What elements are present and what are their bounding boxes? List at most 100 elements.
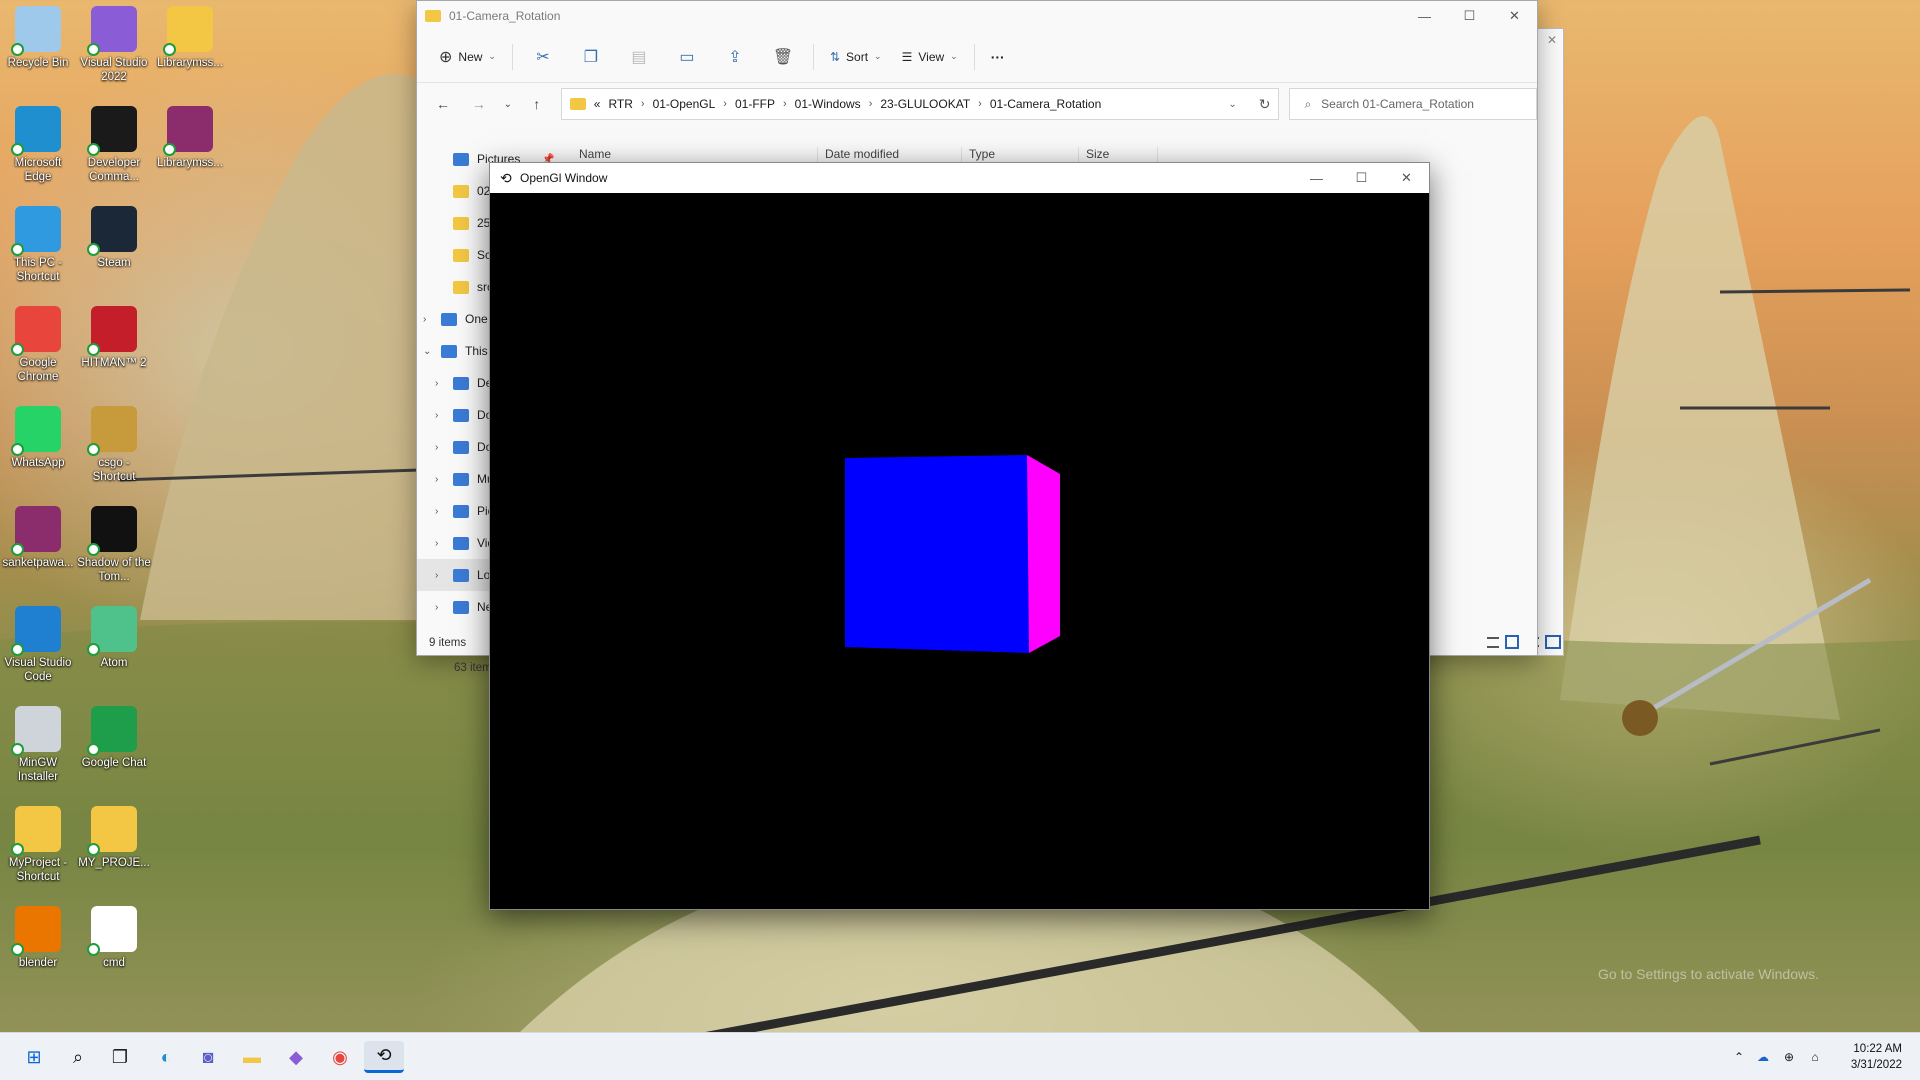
sync-check-icon: [11, 143, 24, 156]
chevron-right-icon[interactable]: ›: [435, 570, 438, 581]
view-button[interactable]: ☰ View ⌄: [892, 41, 968, 73]
search-icon[interactable]: ⌕: [58, 1041, 98, 1073]
delete-icon[interactable]: 🗑: [759, 41, 807, 73]
chevron-right-icon[interactable]: ›: [435, 410, 438, 421]
clock[interactable]: 10:22 AM 3/31/2022: [1828, 1041, 1920, 1073]
chevron-right-icon[interactable]: ›: [869, 98, 873, 110]
desktop-icon[interactable]: Librarymss...: [152, 6, 228, 70]
desktop-icon[interactable]: Visual Studio Code: [0, 606, 76, 684]
desktop-icon[interactable]: Shadow of the Tom...: [76, 506, 152, 584]
teams-chat-icon[interactable]: ◙: [188, 1041, 228, 1073]
desktop-icon[interactable]: csgo - Shortcut: [76, 406, 152, 484]
breadcrumb-item[interactable]: 01-Camera_Rotation: [990, 97, 1101, 111]
desktop-icon[interactable]: blender: [0, 906, 76, 970]
forward-arrow-icon[interactable]: →: [461, 88, 497, 120]
search-input[interactable]: Search 01-Camera_Rotation: [1321, 97, 1474, 111]
back-arrow-icon[interactable]: ←: [425, 88, 461, 120]
maximize-button[interactable]: ☐: [1447, 1, 1492, 31]
desktop-icon[interactable]: Microsoft Edge: [0, 106, 76, 184]
file-explorer-icon[interactable]: ▬: [232, 1041, 272, 1073]
up-arrow-icon[interactable]: ↑: [519, 88, 555, 120]
chevron-right-icon[interactable]: ›: [435, 378, 438, 389]
refresh-icon[interactable]: ↻: [1259, 96, 1271, 113]
breadcrumb-item[interactable]: 01-FFP: [735, 97, 775, 111]
installer-icon: [11, 706, 61, 756]
chevron-down-icon[interactable]: ⌄: [423, 346, 431, 357]
chevron-right-icon[interactable]: ›: [723, 98, 727, 110]
opengl-app-icon[interactable]: ⟲: [364, 1041, 404, 1073]
minimize-button[interactable]: —: [1294, 163, 1339, 193]
explorer-titlebar[interactable]: 01-Camera_Rotation — ☐ ✕: [417, 1, 1537, 31]
details-view-icon[interactable]: [1487, 637, 1499, 648]
desktop-icon[interactable]: HITMAN™ 2: [76, 306, 152, 370]
new-button[interactable]: ⊕ New ⌄: [429, 41, 506, 73]
more-options-button[interactable]: ···: [981, 41, 1015, 73]
copy-icon[interactable]: ❐: [567, 41, 615, 73]
taskbar: ⊞ ⌕ ❐ ◐ ◙ ▬ ◆ ◉ ⟲ ⌃ ☁ ⊕ ⌂ 10:22 AM 3/31/2022: [0, 1032, 1920, 1080]
desktop-icon-label: Shadow of the Tom...: [77, 557, 151, 583]
chevron-down-icon[interactable]: ⌄: [1228, 99, 1236, 110]
close-icon[interactable]: ✕: [1547, 33, 1557, 47]
paste-icon[interactable]: ▤: [615, 41, 663, 73]
recent-chevron-icon[interactable]: ⌄: [497, 88, 519, 120]
address-bar[interactable]: « RTR › 01-OpenGL › 01-FFP › 01-Windows › 23-GLU…: [560, 88, 1280, 120]
share-icon[interactable]: ⇪: [711, 41, 759, 73]
desktop-icon[interactable]: MinGW Installer: [0, 706, 76, 784]
visual-studio-icon[interactable]: ◆: [276, 1041, 316, 1073]
task-view-icon[interactable]: ❐: [100, 1041, 140, 1073]
chevron-right-icon[interactable]: ›: [641, 98, 645, 110]
file-icon: [87, 906, 137, 956]
chevron-right-icon[interactable]: ›: [435, 506, 438, 517]
desktop-icon[interactable]: Recycle Bin: [0, 6, 76, 70]
desktop-icon[interactable]: Google Chrome: [0, 306, 76, 384]
desktop-icon[interactable]: MyProject - Shortcut: [0, 806, 76, 884]
breadcrumb-item[interactable]: 01-OpenGL: [653, 97, 716, 111]
desktop-icon[interactable]: Google Chat: [76, 706, 152, 770]
language-icon[interactable]: ⊕: [1776, 1050, 1802, 1064]
breadcrumb-item[interactable]: 23-GLULOOKAT: [880, 97, 970, 111]
desktop-icon[interactable]: sanketpawa...: [0, 506, 76, 570]
minimize-button[interactable]: —: [1402, 1, 1447, 31]
desktop-icon[interactable]: Visual Studio 2022: [76, 6, 152, 84]
chevron-right-icon[interactable]: ›: [435, 602, 438, 613]
desktop-icon[interactable]: cmd: [76, 906, 152, 970]
chevron-right-icon[interactable]: ›: [435, 474, 438, 485]
desktop-icon[interactable]: MY_PROJE...: [76, 806, 152, 870]
opengl-window[interactable]: ⟲ OpenGl Window — ☐ ✕: [489, 162, 1430, 910]
desktop-icon[interactable]: Atom: [76, 606, 152, 670]
large-icons-view-icon[interactable]: [1505, 635, 1519, 649]
edge-icon[interactable]: ◐: [146, 1041, 186, 1073]
chevron-right-icon[interactable]: ›: [783, 98, 787, 110]
tiles-view-icon[interactable]: [1545, 635, 1561, 649]
cut-icon[interactable]: ✂: [519, 41, 567, 73]
system-tray: ⌃ ☁ ⊕ ⌂ 10:22 AM 3/31/2022: [1728, 1033, 1920, 1080]
sync-check-icon: [11, 243, 24, 256]
start-icon[interactable]: ⊞: [14, 1041, 54, 1073]
desktop-icon[interactable]: Developer Comma...: [76, 106, 152, 184]
chrome-icon[interactable]: ◉: [320, 1041, 360, 1073]
onedrive-icon[interactable]: ☁: [1750, 1050, 1776, 1064]
chevron-right-icon[interactable]: ›: [423, 314, 426, 325]
network-icon[interactable]: ⌂: [1802, 1050, 1828, 1064]
opengl-titlebar[interactable]: ⟲ OpenGl Window — ☐ ✕: [490, 163, 1429, 193]
chevron-right-icon[interactable]: ›: [435, 538, 438, 549]
chevron-right-icon[interactable]: ›: [978, 98, 982, 110]
breadcrumb-overflow[interactable]: «: [594, 97, 601, 111]
chevron-up-icon[interactable]: ⌃: [1728, 1050, 1750, 1064]
whatsapp-icon: [11, 406, 61, 456]
breadcrumb-item[interactable]: RTR: [608, 97, 632, 111]
close-button[interactable]: ✕: [1384, 163, 1429, 193]
maximize-button[interactable]: ☐: [1339, 163, 1384, 193]
rename-icon[interactable]: ▭: [663, 41, 711, 73]
opengl-render-canvas[interactable]: [490, 193, 1429, 909]
sort-button[interactable]: ⇅ Sort ⌄: [820, 41, 892, 73]
desktop-icon[interactable]: WhatsApp: [0, 406, 76, 470]
chevron-right-icon[interactable]: ›: [435, 442, 438, 453]
close-button[interactable]: ✕: [1492, 1, 1537, 31]
desktop-icon[interactable]: This PC - Shortcut: [0, 206, 76, 284]
desktop-icon[interactable]: Librarymss...: [152, 106, 228, 170]
separator: [973, 43, 975, 70]
desktop-icon[interactable]: Steam: [76, 206, 152, 270]
search-box[interactable]: ⌕ Search 01-Camera_Rotation: [1289, 88, 1537, 120]
breadcrumb-item[interactable]: 01-Windows: [795, 97, 861, 111]
